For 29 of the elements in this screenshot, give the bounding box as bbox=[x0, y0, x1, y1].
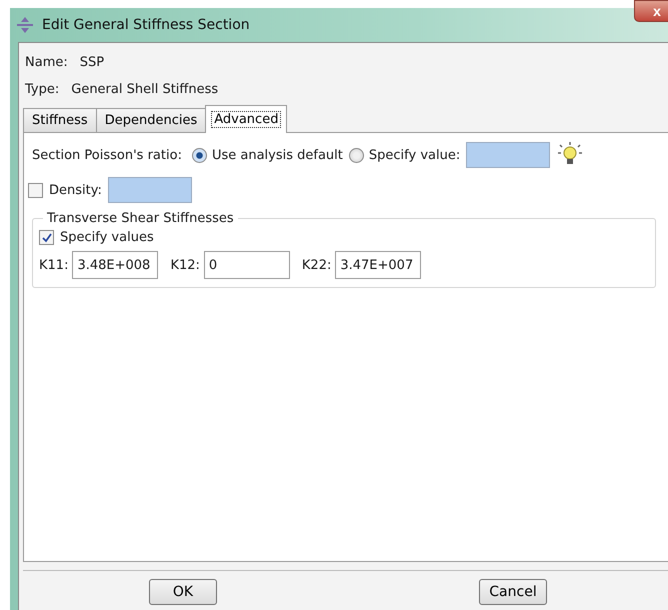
stiffness-label: K12: bbox=[170, 258, 200, 272]
specify-checkbox[interactable] bbox=[39, 230, 54, 245]
close-button[interactable]: x bbox=[634, 0, 668, 22]
type-value: General Shell Stiffness bbox=[71, 82, 218, 97]
density-checkbox[interactable] bbox=[28, 182, 43, 198]
app-icon bbox=[16, 16, 34, 34]
stiffness-input-field[interactable]: 3.48E+008 bbox=[72, 251, 158, 279]
dialog-button[interactable]: Cancel bbox=[479, 579, 547, 605]
radio-label: Specify value: bbox=[368, 148, 460, 162]
radio-button[interactable] bbox=[192, 148, 207, 162]
stiffness-input-field[interactable]: 3.47E+007 bbox=[335, 251, 422, 279]
stiffness-label: K11: bbox=[39, 258, 68, 272]
group-title: Transverse Shear Stiffnesses bbox=[46, 211, 235, 226]
name-value: SSP bbox=[80, 55, 104, 70]
stiffness-input-field[interactable]: 0 bbox=[204, 251, 290, 279]
type-label: Type: bbox=[25, 82, 60, 97]
poisson-label: Section Poisson's ratio: bbox=[32, 148, 182, 162]
tab[interactable]: Stiffness bbox=[23, 108, 97, 133]
density-label: Density: bbox=[49, 182, 102, 198]
radio-button[interactable] bbox=[348, 148, 364, 162]
dialog-button[interactable]: OK bbox=[149, 579, 217, 605]
checkmark-icon bbox=[42, 232, 52, 242]
radio-label: Use analysis default bbox=[212, 148, 343, 162]
tab[interactable]: Advanced bbox=[205, 105, 288, 133]
name-label: Name: bbox=[25, 55, 68, 70]
stiffness-label: K22: bbox=[302, 258, 332, 272]
tab[interactable]: Dependencies bbox=[96, 108, 206, 133]
specify-label: Specify values bbox=[60, 230, 154, 245]
window-title: Edit General Stiffness Section bbox=[42, 17, 250, 33]
